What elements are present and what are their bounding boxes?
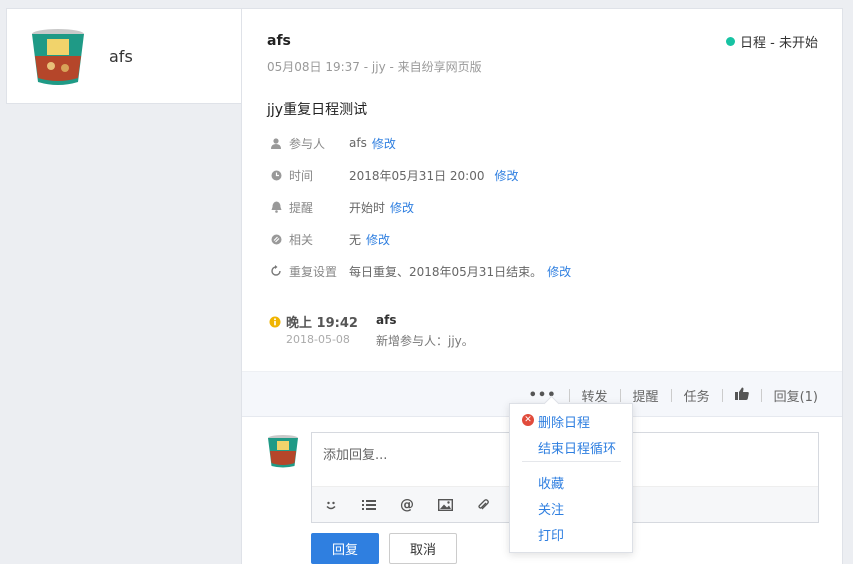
divider xyxy=(721,389,723,402)
field-reminder: 提醒 开始时 修改 xyxy=(269,199,414,215)
profile-card: afs xyxy=(6,8,256,104)
mention-icon[interactable]: @ xyxy=(399,497,415,513)
bell-icon xyxy=(269,200,283,214)
post-meta: 05月08日 19:37 - jjy - 来自纷享网页版 xyxy=(267,60,482,74)
edit-related-link[interactable]: 修改 xyxy=(366,231,390,248)
post-author[interactable]: afs xyxy=(267,33,291,49)
menu-item-end-loop[interactable]: 结束日程循环 xyxy=(538,438,616,457)
clock-icon xyxy=(269,168,283,182)
field-participants: 参与人 afs 修改 xyxy=(269,135,396,151)
divider xyxy=(619,389,621,402)
reply-count-button[interactable]: 回复(1) xyxy=(774,386,818,405)
event-title: jjy重复日程测试 xyxy=(267,102,368,118)
repeat-icon xyxy=(269,264,283,278)
menu-item-follow[interactable]: 关注 xyxy=(538,499,564,518)
menu-item-favorite[interactable]: 收藏 xyxy=(538,473,564,492)
activity-time: 晚上 19:42 xyxy=(269,312,358,331)
divider xyxy=(522,461,621,462)
more-dropdown-menu: ✕ 删除日程 结束日程循环 收藏 关注 打印 xyxy=(509,403,633,553)
field-label: 参与人 xyxy=(289,136,326,151)
edit-time-link[interactable]: 修改 xyxy=(494,167,518,184)
field-value: afs xyxy=(349,136,367,150)
field-related: 相关 无 修改 xyxy=(269,231,390,247)
field-time: 时间 2018年05月31日 20:00 修改 xyxy=(269,167,519,183)
cancel-reply-button[interactable]: 取消 xyxy=(389,533,457,564)
activity-text: 新增参与人：jjy。 xyxy=(376,334,474,348)
field-label: 重复设置 xyxy=(289,264,338,279)
activity-user[interactable]: afs xyxy=(376,313,396,327)
reply-input[interactable]: 添加回复... xyxy=(323,444,387,463)
field-value: 每日重复、2018年05月31日结束。 xyxy=(349,264,543,279)
person-icon xyxy=(269,136,283,150)
remind-button[interactable]: 提醒 xyxy=(633,386,659,405)
profile-name[interactable]: afs xyxy=(109,47,133,66)
edit-repeat-link[interactable]: 修改 xyxy=(547,263,571,280)
delete-icon: ✕ xyxy=(522,414,534,426)
field-label: 提醒 xyxy=(289,200,314,215)
status-badge: 日程 - 未开始 xyxy=(726,32,818,51)
link-icon xyxy=(269,232,283,246)
like-button[interactable] xyxy=(734,387,749,404)
field-value: 2018年05月31日 20:00 xyxy=(349,168,485,183)
divider xyxy=(670,389,672,402)
attachment-icon[interactable] xyxy=(475,497,491,513)
field-value: 开始时 xyxy=(349,200,386,215)
status-label: 日程 - 未开始 xyxy=(740,36,818,51)
info-icon xyxy=(269,316,281,327)
edit-reminder-link[interactable]: 修改 xyxy=(390,199,414,216)
menu-item-delete-schedule[interactable]: 删除日程 xyxy=(538,412,590,431)
avatar[interactable] xyxy=(27,26,89,88)
field-label: 相关 xyxy=(289,232,314,247)
divider xyxy=(760,389,762,402)
activity-time-label: 晚上 19:42 xyxy=(286,316,358,331)
submit-reply-button[interactable]: 回复 xyxy=(311,533,379,564)
activity-date: 2018-05-08 xyxy=(286,333,350,346)
field-value: 无 xyxy=(349,232,362,247)
emoji-icon[interactable] xyxy=(323,497,339,513)
field-repeat: 重复设置 每日重复、2018年05月31日结束。 修改 xyxy=(269,263,571,279)
reply-avatar xyxy=(268,435,298,468)
menu-item-print[interactable]: 打印 xyxy=(538,525,564,544)
status-dot-icon xyxy=(726,37,736,46)
list-icon[interactable] xyxy=(361,497,377,513)
thumbs-up-icon xyxy=(734,387,749,400)
field-label: 时间 xyxy=(289,168,314,183)
image-icon[interactable] xyxy=(437,497,453,513)
divider xyxy=(568,389,570,402)
task-button[interactable]: 任务 xyxy=(684,386,710,405)
edit-participants-link[interactable]: 修改 xyxy=(372,135,396,152)
